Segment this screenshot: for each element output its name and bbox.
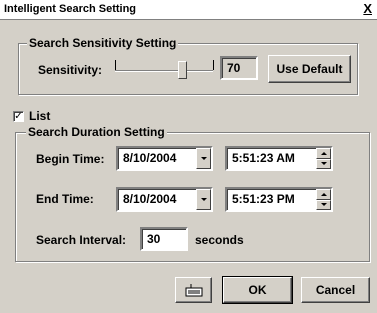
- list-checkbox-label[interactable]: List: [29, 109, 50, 123]
- begin-date-value: 8/10/2004: [123, 151, 177, 165]
- end-time-label: End Time:: [36, 192, 94, 206]
- intelligent-search-setting-dialog: Intelligent Search Setting X Search Sens…: [0, 0, 377, 313]
- end-time-value: 5:51:23 PM: [232, 192, 295, 206]
- sensitivity-label: Sensitivity:: [38, 63, 103, 77]
- chevron-down-icon: [320, 162, 327, 166]
- begin-time-up-button[interactable]: [316, 148, 331, 159]
- sensitivity-value-box: 70: [220, 56, 258, 80]
- window-title: Intelligent Search Setting: [4, 3, 137, 15]
- chevron-down-icon: [320, 203, 327, 207]
- end-time-spinner[interactable]: [316, 189, 331, 210]
- chevron-down-icon: [200, 198, 207, 201]
- close-button[interactable]: X: [363, 1, 372, 16]
- begin-time-down-button[interactable]: [316, 158, 331, 169]
- begin-time-label: Begin Time:: [36, 152, 105, 166]
- end-date-dropdown-button[interactable]: [196, 189, 211, 210]
- list-checkbox[interactable]: ✓: [13, 111, 24, 122]
- chevron-up-icon: [320, 192, 327, 196]
- begin-time-spinner[interactable]: [316, 148, 331, 169]
- begin-date-dropdown-button[interactable]: [196, 148, 211, 169]
- slider-thumb[interactable]: [178, 61, 187, 79]
- end-time-up-button[interactable]: [316, 189, 331, 200]
- ok-button[interactable]: OK: [222, 276, 293, 304]
- chevron-down-icon: [200, 157, 207, 160]
- begin-time-picker[interactable]: 5:51:23 AM: [225, 146, 333, 171]
- chevron-up-icon: [320, 151, 327, 155]
- end-date-picker[interactable]: 8/10/2004: [116, 187, 213, 212]
- search-interval-input[interactable]: 30: [140, 227, 188, 251]
- search-interval-unit: seconds: [195, 233, 244, 247]
- keyboard-button[interactable]: [175, 277, 212, 303]
- sensitivity-group-label: Search Sensitivity Setting: [27, 36, 179, 50]
- keyboard-icon: [185, 284, 202, 297]
- title-bar: Intelligent Search Setting X: [0, 0, 377, 20]
- search-interval-label: Search Interval:: [36, 233, 127, 247]
- end-time-picker[interactable]: 5:51:23 PM: [225, 187, 333, 212]
- duration-group-label: Search Duration Setting: [26, 125, 167, 139]
- cancel-button[interactable]: Cancel: [301, 277, 370, 303]
- begin-date-picker[interactable]: 8/10/2004: [116, 146, 213, 171]
- begin-time-value: 5:51:23 AM: [232, 151, 295, 165]
- end-time-down-button[interactable]: [316, 199, 331, 210]
- end-date-value: 8/10/2004: [123, 192, 177, 206]
- use-default-button[interactable]: Use Default: [268, 55, 351, 83]
